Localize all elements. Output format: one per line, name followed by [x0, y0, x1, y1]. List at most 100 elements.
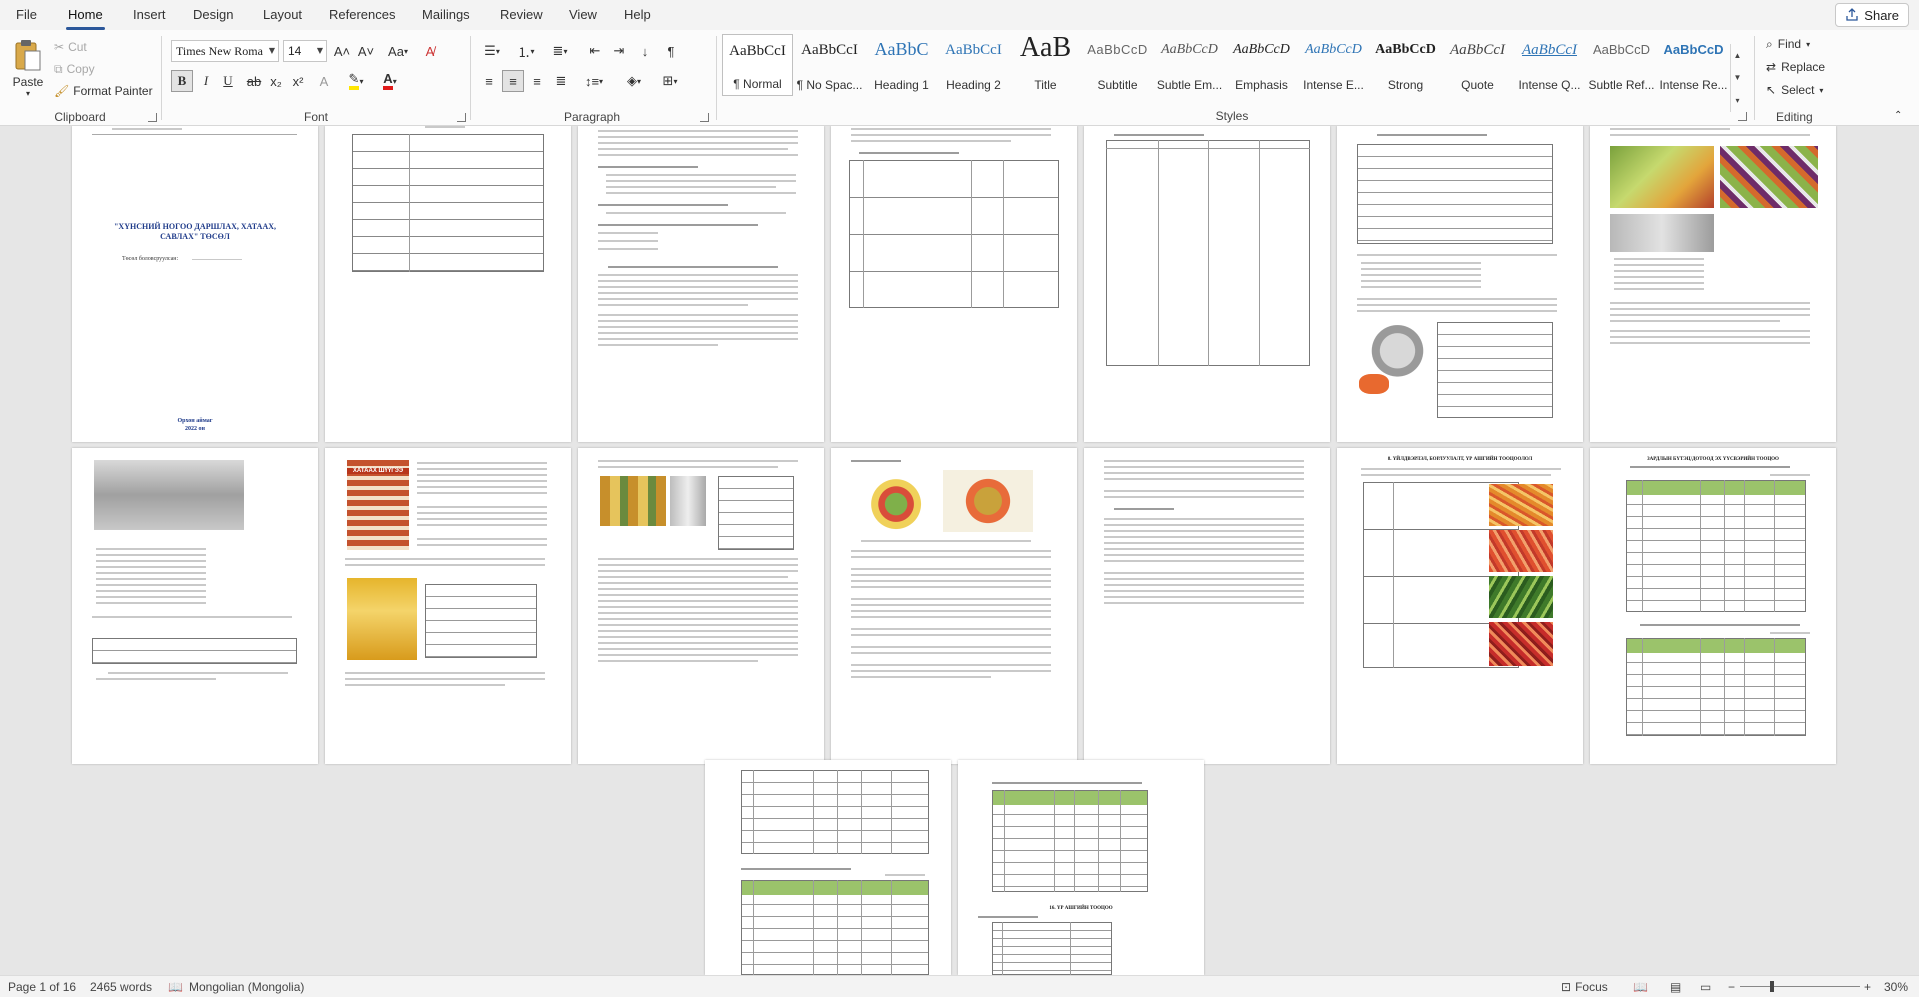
text-effects-button[interactable]: A: [313, 70, 335, 92]
page-thumbnail-10[interactable]: [578, 448, 824, 764]
paste-button[interactable]: Paste ▾: [8, 36, 48, 100]
page-thumbnail-15[interactable]: [705, 760, 951, 975]
tab-design[interactable]: Design: [193, 7, 233, 22]
shrink-font-button[interactable]: A˅: [355, 40, 377, 62]
styles-launcher-icon[interactable]: [1738, 112, 1747, 121]
tab-layout[interactable]: Layout: [263, 7, 302, 22]
numbering-button[interactable]: ⒈ ▾: [510, 40, 542, 62]
select-button[interactable]: ↖ Select ▾: [1766, 80, 1823, 100]
style-intense-quote[interactable]: AaBbCcI Intense Q...: [1514, 34, 1585, 96]
superscript-button[interactable]: x²: [287, 70, 309, 92]
font-color-button[interactable]: A ▾: [375, 70, 405, 92]
tab-references[interactable]: References: [329, 7, 395, 22]
italic-button[interactable]: I: [195, 70, 217, 92]
increase-indent-button[interactable]: ⇥: [608, 40, 630, 62]
style-intense-emphasis[interactable]: AaBbCcD Intense E...: [1298, 34, 1369, 96]
zoom-out-button[interactable]: −: [1728, 980, 1735, 994]
zoom-in-button[interactable]: +: [1864, 980, 1871, 994]
style-heading-2[interactable]: AaBbCcI Heading 2: [938, 34, 1009, 96]
zoom-slider[interactable]: [1740, 981, 1860, 992]
font-launcher-icon[interactable]: [457, 113, 466, 122]
style-normal[interactable]: AaBbCcI ¶ Normal: [722, 34, 793, 96]
replace-button[interactable]: ⇄ Replace: [1766, 57, 1825, 77]
show-marks-button[interactable]: ¶: [660, 40, 682, 62]
justify-button[interactable]: ≣: [550, 70, 572, 92]
style-subtle-reference[interactable]: AaBbCcD Subtle Ref...: [1586, 34, 1657, 96]
find-button[interactable]: ⌕ Find ▾: [1766, 34, 1810, 54]
page-thumbnail-4[interactable]: [831, 126, 1077, 442]
collapse-ribbon-icon[interactable]: ⌃: [1894, 110, 1902, 121]
subscript-button[interactable]: x₂: [265, 70, 287, 92]
style-strong[interactable]: AaBbCcD Strong: [1370, 34, 1441, 96]
chevron-up-icon[interactable]: ▲: [1734, 51, 1742, 60]
page-thumbnail-8[interactable]: [72, 448, 318, 764]
tab-insert[interactable]: Insert: [133, 7, 166, 22]
multilevel-list-button[interactable]: ≣ ▾: [544, 40, 576, 62]
chevron-down-icon[interactable]: ▼: [1734, 73, 1742, 82]
cut-button[interactable]: ✂ Cut: [54, 38, 87, 56]
styles-gallery-scroll[interactable]: ▲ ▼ ▾: [1730, 44, 1744, 112]
page-thumbnail-11[interactable]: [831, 448, 1077, 764]
bullets-button[interactable]: ☰ ▾: [476, 40, 508, 62]
page-count[interactable]: Page 1 of 16: [8, 980, 76, 994]
zoom-level[interactable]: 30%: [1884, 980, 1908, 994]
style-intense-reference[interactable]: AaBbCcD Intense Re...: [1658, 34, 1729, 96]
page-thumbnail-2[interactable]: [325, 126, 571, 442]
tab-review[interactable]: Review: [500, 7, 543, 22]
style-title[interactable]: AaB Title: [1010, 32, 1081, 96]
focus-button[interactable]: ⊡ Focus: [1561, 980, 1608, 994]
align-left-button[interactable]: ≡: [478, 70, 500, 92]
tab-home[interactable]: Home: [66, 7, 105, 30]
web-layout-icon[interactable]: ▭: [1700, 980, 1711, 994]
bold-button[interactable]: B: [171, 70, 193, 92]
underline-button[interactable]: U: [217, 70, 239, 92]
style-heading-1[interactable]: AaBbC Heading 1: [866, 34, 937, 96]
copy-button[interactable]: ⧉ Copy: [54, 60, 95, 78]
tab-mailings[interactable]: Mailings: [422, 7, 470, 22]
borders-button[interactable]: ⊞ ▾: [654, 70, 686, 92]
change-case-button[interactable]: Aa ▾: [383, 40, 413, 62]
tab-help[interactable]: Help: [624, 7, 651, 22]
tab-view[interactable]: View: [569, 7, 597, 22]
page-thumbnail-14[interactable]: ЗАРДЛЫН БҮТЭЦ/ДОТООД ЭХ ҮҮСВЭРИЙН ТООЦОО: [1590, 448, 1836, 764]
tab-file[interactable]: File: [16, 7, 37, 22]
page-thumbnail-1[interactable]: "ХҮНСНИЙ НОГОО ДАРШЛАХ, ХАТААХ, САВЛАХ" …: [72, 126, 318, 442]
share-button[interactable]: Share: [1835, 3, 1909, 27]
style-no-spacing[interactable]: AaBbCcI ¶ No Spac...: [794, 34, 865, 96]
decrease-indent-button[interactable]: ⇤: [584, 40, 606, 62]
proofing-icon[interactable]: 📖: [168, 980, 183, 994]
style-quote[interactable]: AaBbCcI Quote: [1442, 34, 1513, 96]
clear-formatting-button[interactable]: A̸: [419, 40, 441, 62]
style-emphasis[interactable]: AaBbCcD Emphasis: [1226, 34, 1297, 96]
word-count[interactable]: 2465 words: [90, 980, 152, 994]
gallery-expand-icon[interactable]: ▾: [1735, 96, 1739, 105]
page-thumbnail-12[interactable]: [1084, 448, 1330, 764]
page-thumbnail-5[interactable]: [1084, 126, 1330, 442]
sort-button[interactable]: ↓: [634, 40, 656, 62]
page-thumbnail-7[interactable]: [1590, 126, 1836, 442]
clipboard-launcher-icon[interactable]: [148, 113, 157, 122]
font-size-select[interactable]: 14 ▼: [283, 40, 327, 62]
align-right-button[interactable]: ≡: [526, 70, 548, 92]
style-subtitle[interactable]: AaBbCcD Subtitle: [1082, 34, 1153, 96]
grow-font-button[interactable]: A˄: [331, 40, 353, 62]
document-area[interactable]: "ХҮНСНИЙ НОГОО ДАРШЛАХ, ХАТААХ, САВЛАХ" …: [0, 126, 1919, 975]
format-painter-button[interactable]: 🖌 Format Painter: [54, 82, 153, 100]
font-name-select[interactable]: Times New Roma ▼: [171, 40, 279, 62]
highlight-button[interactable]: ✎ ▾: [341, 70, 371, 92]
print-layout-icon[interactable]: ▤: [1670, 980, 1681, 994]
read-mode-icon[interactable]: 📖: [1633, 980, 1648, 994]
page-thumbnail-3[interactable]: [578, 126, 824, 442]
page-thumbnail-16[interactable]: 16. ҮР АШГИЙН ТООЦОО: [958, 760, 1204, 975]
language-status[interactable]: Mongolian (Mongolia): [189, 980, 304, 994]
align-center-button[interactable]: ≡: [502, 70, 524, 92]
page-thumbnail-13[interactable]: 8. ҮЙЛДВЭРЛЭЛ, БОРЛУУЛАЛТ, ҮР АШГИЙН ТОО…: [1337, 448, 1583, 764]
line-spacing-button[interactable]: ↕≡ ▾: [578, 70, 610, 92]
zoom-slider-thumb[interactable]: [1770, 981, 1774, 992]
page-thumbnail-9[interactable]: ХАТААХ ШҮҮГЭЭ: [325, 448, 571, 764]
paragraph-launcher-icon[interactable]: [700, 113, 709, 122]
strikethrough-button[interactable]: ab: [243, 70, 265, 92]
style-subtle-emphasis[interactable]: AaBbCcD Subtle Em...: [1154, 34, 1225, 96]
shading-button[interactable]: ◈ ▾: [618, 70, 650, 92]
page-thumbnail-6[interactable]: [1337, 126, 1583, 442]
